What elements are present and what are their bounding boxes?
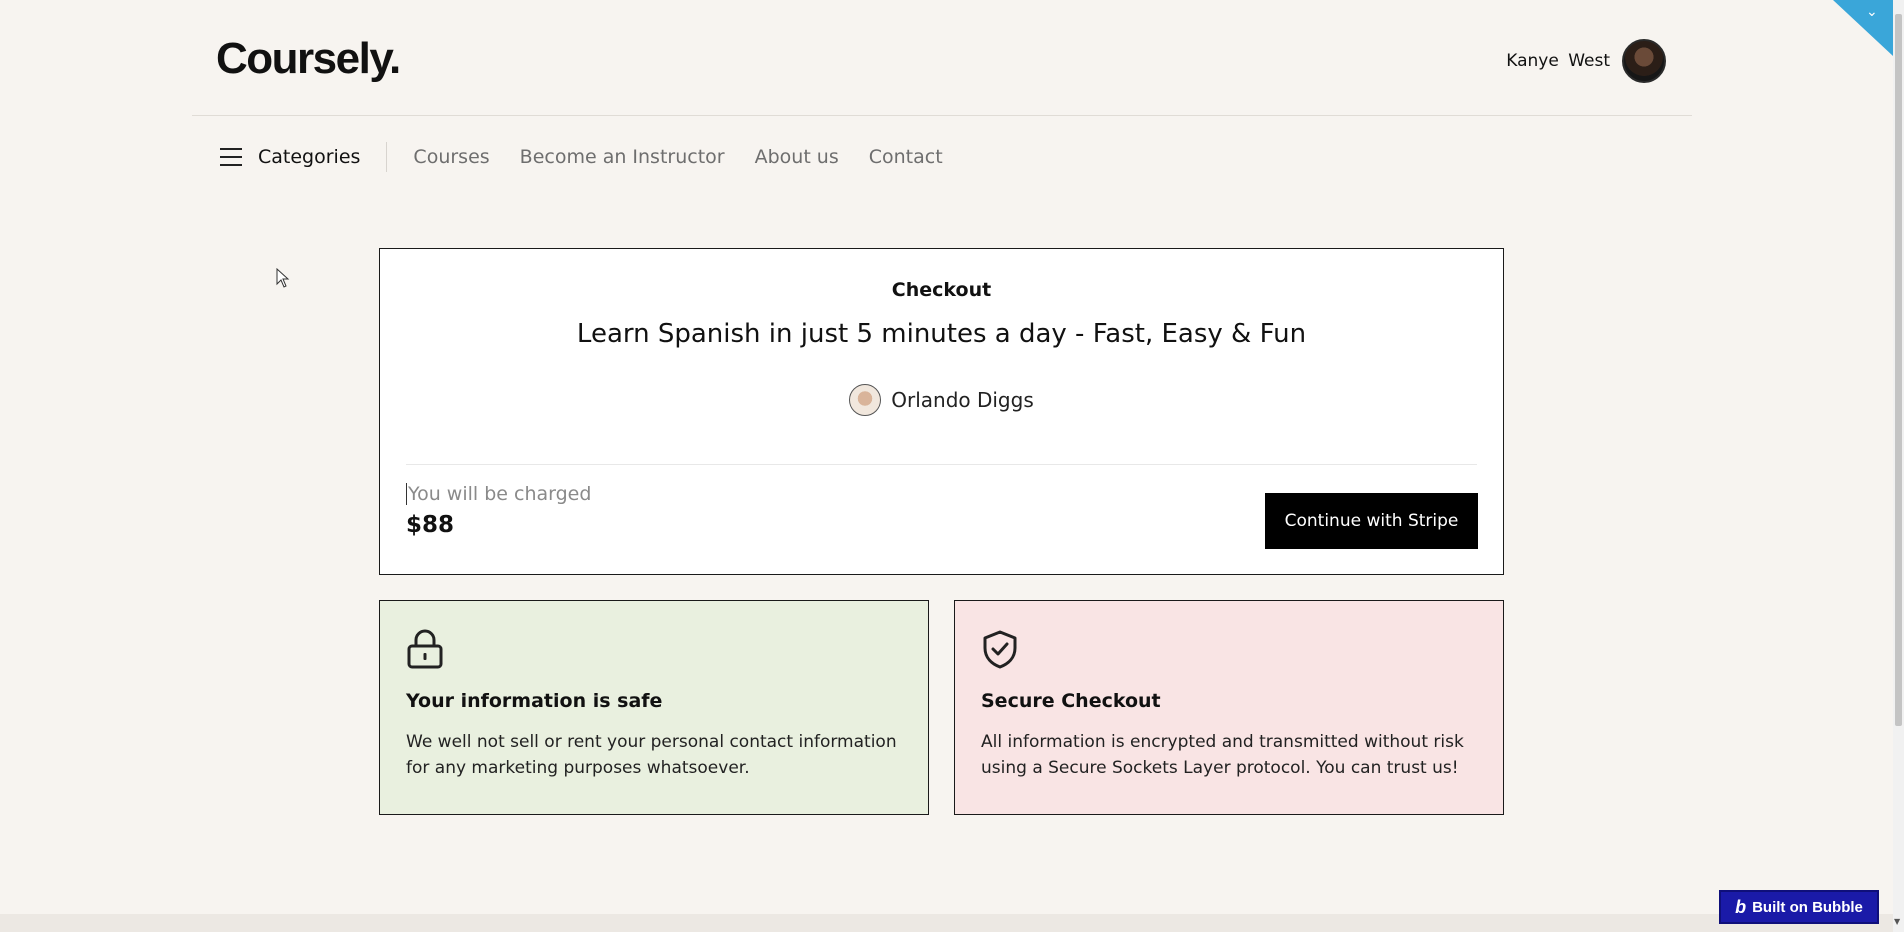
built-on-bubble-badge[interactable]: b Built on Bubble: [1719, 890, 1879, 924]
charge-amount: $88: [406, 512, 455, 538]
nav-link-contact[interactable]: Contact: [869, 146, 943, 168]
checkout-divider: [406, 464, 1477, 465]
page: Coursely. Kanye West Categories Courses …: [0, 0, 1893, 932]
bubble-logo-icon: b: [1735, 896, 1747, 917]
shield-check-icon: [983, 630, 1017, 669]
mouse-cursor-icon: [276, 268, 290, 288]
instructor: Orlando Diggs: [380, 384, 1503, 416]
nav-categories[interactable]: Categories: [258, 146, 360, 168]
nav-link-become-instructor[interactable]: Become an Instructor: [520, 146, 725, 168]
continue-with-stripe-button[interactable]: Continue with Stripe: [1265, 493, 1478, 549]
scrollbar-thumb[interactable]: [1895, 14, 1902, 726]
nav-link-courses[interactable]: Courses: [413, 146, 489, 168]
header-divider: [192, 115, 1692, 116]
scroll-down-arrow-icon[interactable]: ▼: [1894, 917, 1900, 926]
course-title: Learn Spanish in just 5 minutes a day - …: [576, 319, 1307, 349]
user-avatar[interactable]: [1622, 39, 1666, 83]
nav-divider: [386, 142, 388, 172]
info-card-body: We well not sell or rent your personal c…: [406, 732, 897, 778]
checkout-card: Checkout Learn Spanish in just 5 minutes…: [379, 248, 1504, 575]
logo[interactable]: Coursely.: [216, 34, 401, 84]
badge-label: Built on Bubble: [1752, 898, 1863, 916]
info-card-title: Secure Checkout: [981, 690, 1161, 712]
info-card-body: All information is encrypted and transmi…: [981, 732, 1464, 778]
user-name[interactable]: Kanye West: [1506, 51, 1610, 71]
info-card-safe: Your information is safe We well not sel…: [379, 600, 929, 815]
debugger-corner-toggle[interactable]: [1833, 0, 1893, 56]
user-menu[interactable]: Kanye West: [1506, 39, 1666, 83]
chevron-down-icon[interactable]: ⌄: [1866, 4, 1878, 20]
info-card-title: Your information is safe: [406, 690, 663, 712]
instructor-avatar: [849, 384, 882, 416]
footer-strip: [0, 914, 1893, 932]
charge-label: You will be charged: [406, 483, 592, 505]
info-card-secure: Secure Checkout All information is encry…: [954, 600, 1504, 815]
instructor-name: Orlando Diggs: [891, 388, 1034, 412]
hamburger-menu-icon[interactable]: [220, 148, 242, 166]
checkout-heading: Checkout: [891, 279, 992, 301]
vertical-scrollbar[interactable]: ▼: [1893, 0, 1904, 932]
lock-icon: [407, 629, 443, 669]
nav-link-about-us[interactable]: About us: [755, 146, 839, 168]
main-nav: Categories Courses Become an Instructor …: [220, 142, 973, 172]
